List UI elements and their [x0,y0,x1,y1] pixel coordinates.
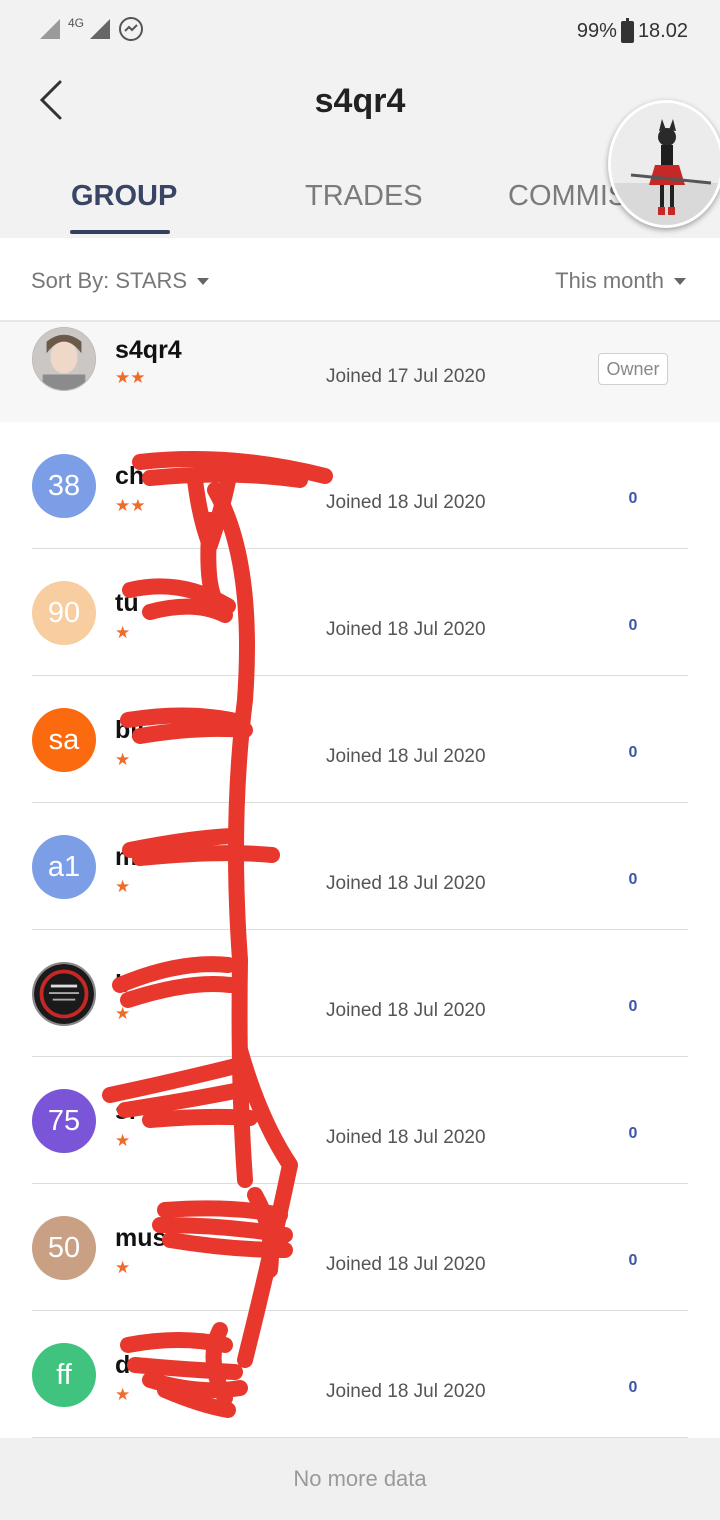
star-rating: ★★ [115,368,146,387]
trade-count: 0 [628,998,638,1015]
avatar [32,962,96,1026]
sort-dropdown[interactable]: Sort By: STARS [31,268,210,294]
status-bar: 4G 99% 18.02 [0,0,720,64]
joined-date: Joined 17 Jul 2020 [326,366,486,387]
no-more-data: No more data [0,1438,720,1520]
caret-down-icon [197,277,210,285]
trade-count: 0 [628,490,638,507]
network-type: 4G [68,16,85,30]
member-name: m [115,843,138,871]
avatar: sa [32,708,96,772]
cosplay-photo-icon [611,103,720,225]
floating-profile-avatar[interactable] [608,100,720,228]
joined-date: Joined 18 Jul 2020 [326,1127,486,1148]
joined-date: Joined 18 Jul 2020 [326,746,486,767]
member-name: s4qr4 [115,336,182,364]
member-name: ch [115,462,145,490]
joined-date: Joined 18 Jul 2020 [326,492,486,513]
joined-date: Joined 18 Jul 2020 [326,873,486,894]
member-row[interactable]: 50 must ★ Joined 18 Jul 2020 0 [0,1184,720,1311]
star-rating: ★ [115,877,131,896]
member-name: de [115,1351,145,1379]
trade-count: 0 [628,1252,638,1269]
sort-label: Sort By: STARS [31,268,188,293]
member-row[interactable]: 75 sl ★ Joined 18 Jul 2020 0 [0,1057,720,1184]
star-rating: ★ [115,750,131,769]
app-header: s4qr4 [0,64,720,144]
avatar: 50 [32,1216,96,1280]
star-rating: ★ [115,623,131,642]
member-row[interactable]: 90 tu ★ Joined 18 Jul 2020 0 [0,549,720,676]
profile-photo-icon [33,328,95,390]
messenger-icon [119,17,144,41]
status-right: 99% 18.02 [576,17,688,43]
avatar: a1 [32,835,96,899]
joined-date: Joined 18 Jul 2020 [326,619,486,640]
tab-group[interactable]: GROUP [71,180,177,213]
star-rating: ★ [115,1131,131,1150]
period-label: This month [555,268,664,293]
star-rating: ★ [115,1385,131,1404]
star-rating: ★★ [115,496,146,515]
trade-count: 0 [628,1125,638,1142]
star-rating: ★ [115,1004,131,1023]
avatar-initials: 90 [47,596,81,629]
tab-commission[interactable]: COMMIS [508,180,627,213]
member-row[interactable]: 38 ch ★★ Joined 18 Jul 2020 0 [0,422,720,549]
member-row[interactable]: b ★ Joined 18 Jul 2020 0 [0,930,720,1057]
trade-count: 0 [628,1379,638,1396]
joined-date: Joined 18 Jul 2020 [326,1381,486,1402]
avatar [32,327,96,391]
member-row[interactable]: a1 m ★ Joined 18 Jul 2020 0 [0,803,720,930]
star-rating: ★ [115,1258,131,1277]
avatar-initials: ff [56,1358,72,1391]
logo-avatar-icon [34,964,94,1024]
signal-icon-2 [90,19,111,39]
period-dropdown[interactable]: This month [555,268,686,294]
member-name: must [115,1224,175,1252]
battery-percent: 99% [576,20,617,42]
member-name: b [115,970,131,998]
status-left: 4G [38,16,144,42]
member-name: tu [115,589,139,617]
signal-icon [40,19,60,39]
avatar-initials: sa [48,723,80,756]
sort-bar: Sort By: STARS This month [0,238,720,322]
trade-count: 0 [628,617,638,634]
avatar-initials: 50 [47,1231,81,1264]
member-name: bil [115,716,145,744]
joined-date: Joined 18 Jul 2020 [326,1254,486,1275]
clock: 18.02 [637,20,688,42]
member-row[interactable]: sa bil ★ Joined 18 Jul 2020 0 [0,676,720,803]
member-row[interactable]: ff de ★ Joined 18 Jul 2020 0 [0,1311,720,1438]
owner-badge: Owner [598,353,668,385]
page-title: s4qr4 [314,82,406,120]
avatar: 90 [32,581,96,645]
tab-trades[interactable]: TRADES [305,180,423,213]
active-tab-indicator [70,230,170,234]
avatar-initials: 75 [47,1104,81,1137]
trade-count: 0 [628,744,638,761]
avatar-initials: a1 [47,850,81,883]
joined-date: Joined 18 Jul 2020 [326,1000,486,1021]
member-row-owner[interactable]: s4qr4 ★★ Joined 17 Jul 2020 Owner [0,322,720,422]
avatar: 75 [32,1089,96,1153]
trade-count: 0 [628,871,638,888]
avatar-initials: 38 [47,469,81,502]
member-name: sl [115,1097,136,1125]
screen: 4G 99% 18.02 s4qr4 GROUP TRADES COMMIS S… [0,0,720,1520]
avatar: ff [32,1343,96,1407]
avatar: 38 [32,454,96,518]
caret-down-icon [674,277,686,285]
battery-icon [620,17,634,43]
